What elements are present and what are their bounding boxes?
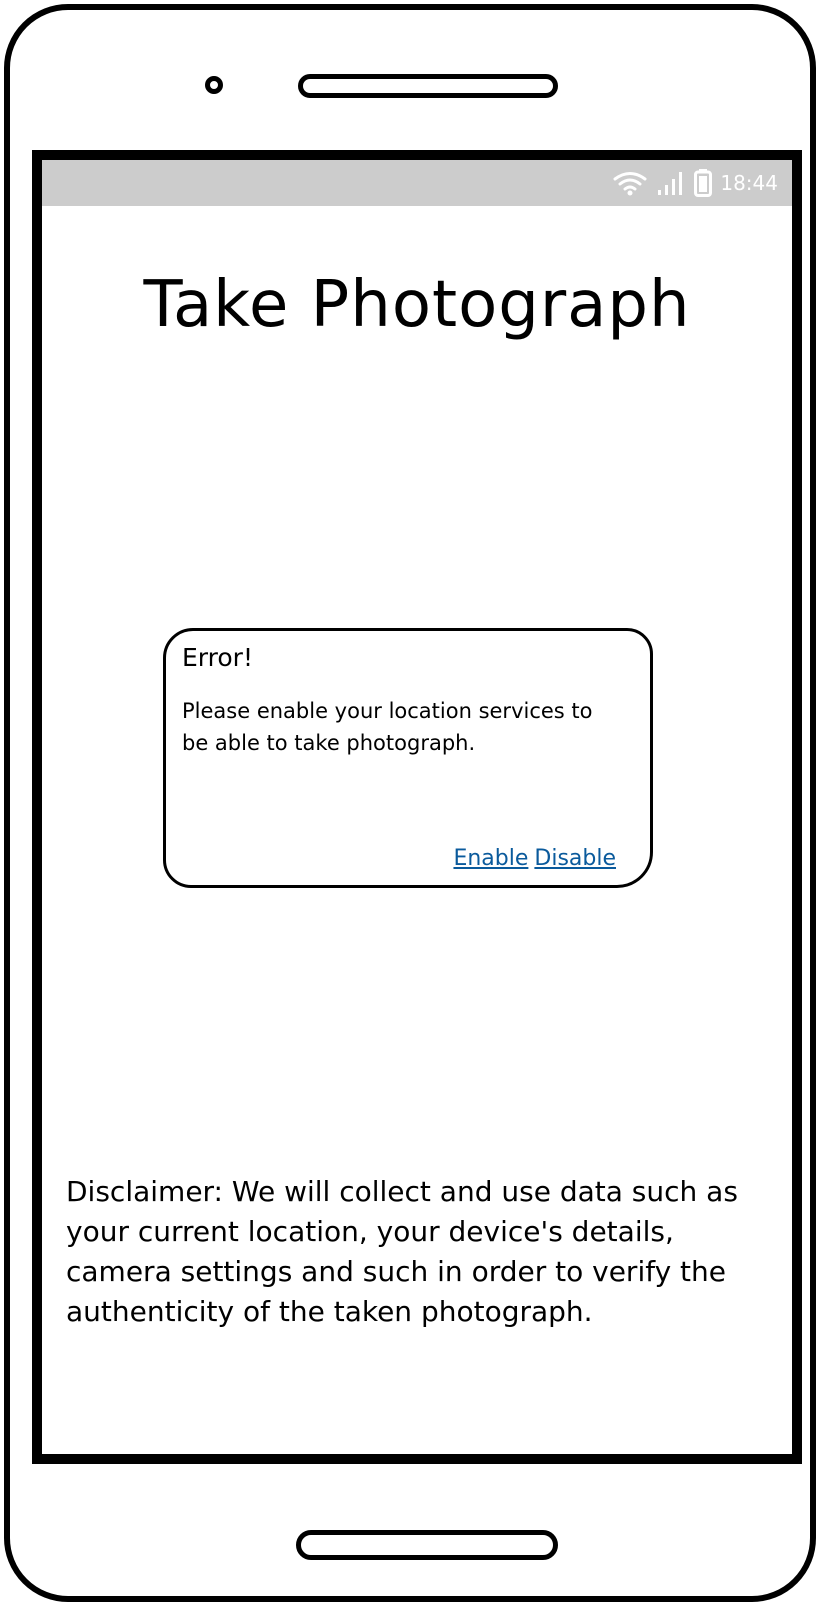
battery-icon [694, 169, 713, 197]
home-button[interactable] [296, 1530, 558, 1560]
front-camera-icon [205, 76, 223, 94]
status-time: 18:44 [720, 171, 778, 195]
wifi-icon [613, 172, 647, 196]
earpiece-speaker [298, 74, 558, 98]
signal-icon [658, 172, 683, 195]
dialog-title: Error! [182, 643, 253, 672]
status-bar: 18:44 [42, 160, 792, 206]
page-title: Take Photograph [143, 268, 691, 342]
disable-link[interactable]: Disable [534, 846, 616, 871]
error-dialog: Error! Please enable your location servi… [163, 628, 653, 888]
enable-link[interactable]: Enable [453, 846, 528, 871]
dialog-message: Please enable your location services to … [182, 699, 593, 755]
status-icons: 18:44 [612, 169, 778, 197]
disclaimer-text: Disclaimer: We will collect and use data… [66, 1175, 738, 1328]
phone-screen: 18:44 Take Photograph Error! Please enab… [32, 150, 802, 1464]
dialog-actions: Enable Disable [453, 846, 616, 871]
